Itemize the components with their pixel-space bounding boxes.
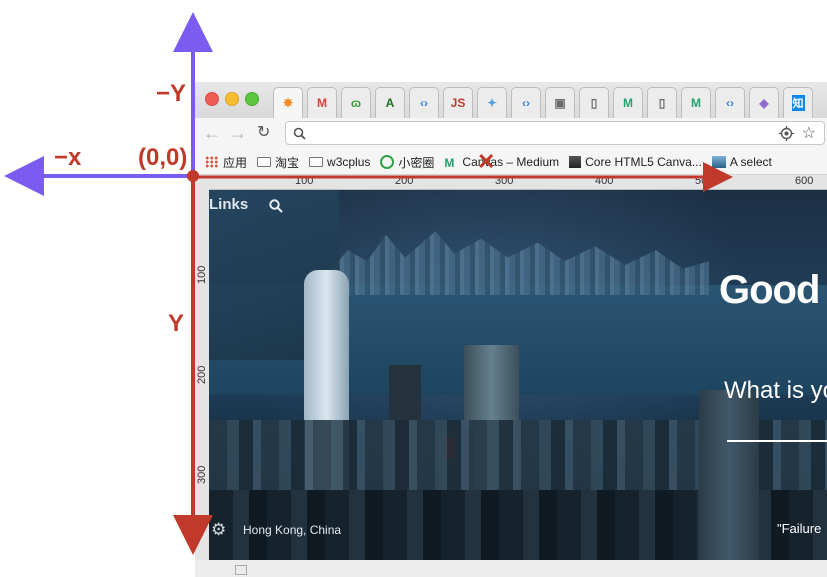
- browser-tab[interactable]: ▣: [545, 87, 575, 118]
- close-window-button[interactable]: [205, 92, 219, 106]
- ruler-horizontal: 100 200 300 400 500 600: [195, 175, 827, 190]
- diamond-icon: ◈: [759, 96, 769, 110]
- medium-green-icon: M: [623, 96, 633, 110]
- maximize-window-button[interactable]: [245, 92, 259, 106]
- browser-tab[interactable]: JS: [443, 87, 473, 118]
- web-page-content: Links Good What is yo ⚙ Hong Kong, China…: [209, 190, 827, 560]
- browser-window: ✸ Mɷ A ‹› JS ✦ ‹› ▣ ▯ M ▯ M ‹› ◈ 知 ← → ↻ ☆ 应用 淘宝 w3cplus…: [195, 82, 827, 577]
- status-strip: [195, 560, 827, 577]
- address-bar[interactable]: ☆: [285, 121, 825, 145]
- angle-brackets-icon: ‹›: [420, 96, 428, 110]
- bookmark-item[interactable]: Core HTML5 Canva...: [569, 152, 702, 172]
- browser-tab[interactable]: ◈: [749, 87, 779, 118]
- ruler-tick-label: 100: [295, 175, 314, 187]
- ruler-tick-label: 400: [595, 175, 614, 187]
- negative-y-label: −Y: [156, 80, 187, 107]
- ruler-tick-label: 200: [395, 175, 414, 187]
- photo-location: Hong Kong, China: [243, 523, 342, 537]
- tab-strip: ✸ Mɷ A ‹› JS ✦ ‹› ▣ ▯ M ▯ M ‹› ◈ 知: [273, 87, 817, 118]
- folder-icon: [257, 157, 272, 167]
- bookmark-label: 淘宝: [275, 155, 300, 170]
- browser-tab[interactable]: ɷ: [341, 87, 371, 118]
- right-tower: [699, 390, 759, 560]
- browser-tab[interactable]: M: [681, 87, 711, 118]
- browser-tab[interactable]: 知: [783, 87, 813, 118]
- browser-tab[interactable]: M: [307, 87, 337, 118]
- bookmark-item[interactable]: 应用: [205, 152, 247, 172]
- ruler-vertical: 100 200 300: [195, 189, 210, 567]
- bookmark-label: 应用: [223, 155, 248, 170]
- back-icon[interactable]: ←: [203, 123, 221, 143]
- positive-y-label: Y: [168, 310, 185, 337]
- bookmark-label: 小密圈: [398, 155, 435, 170]
- negative-x-label: −x: [54, 144, 82, 171]
- origin-label: (0,0): [138, 144, 188, 171]
- zhihu-icon: 知: [791, 95, 805, 111]
- browser-tab[interactable]: ▯: [647, 87, 677, 118]
- document-icon: ▯: [590, 96, 598, 110]
- browser-tab[interactable]: ✸: [273, 87, 303, 118]
- status-square-icon: [235, 565, 247, 575]
- browser-tab[interactable]: ‹›: [511, 87, 541, 118]
- green-a-icon: A: [385, 96, 395, 110]
- distant-skyline: [329, 231, 709, 295]
- bookmark-item[interactable]: A select: [711, 152, 772, 172]
- ruler-tick-label: 600: [795, 175, 814, 187]
- bookmark-star-icon[interactable]: ☆: [802, 123, 816, 143]
- folder-icon: [309, 157, 324, 167]
- apps-grid-icon: [205, 156, 219, 168]
- bookmark-label: w3cplus: [327, 155, 371, 169]
- reload-icon[interactable]: ↻: [257, 123, 270, 143]
- browser-tab[interactable]: ‹›: [409, 87, 439, 118]
- search-icon[interactable]: [269, 199, 283, 213]
- book-icon: [569, 156, 582, 168]
- dribbble-like-icon: ✸: [282, 96, 294, 110]
- greeting-headline: Good: [719, 268, 820, 312]
- angle-brackets-icon: ‹›: [522, 96, 530, 110]
- tab-bar: ✸ Mɷ A ‹› JS ✦ ‹› ▣ ▯ M ▯ M ‹› ◈ 知: [195, 82, 827, 119]
- search-icon: [293, 127, 306, 140]
- bookmark-label: Canvas – Medium: [462, 155, 560, 169]
- medium-m-icon: M: [317, 96, 327, 110]
- bookmark-item[interactable]: 淘宝: [257, 152, 299, 172]
- browser-tab[interactable]: ✦: [477, 87, 507, 118]
- kite-icon: ✦: [486, 96, 498, 110]
- browser-tab[interactable]: ‹›: [715, 87, 745, 118]
- document-icon: ▯: [658, 96, 666, 110]
- settings-gear-icon[interactable]: ⚙: [211, 520, 226, 540]
- location-target-icon[interactable]: [779, 126, 794, 141]
- focus-input-underline[interactable]: [727, 440, 827, 442]
- browser-tab[interactable]: M: [613, 87, 643, 118]
- focus-question: What is yo: [724, 377, 827, 404]
- image-thumb-icon: [711, 156, 726, 168]
- spiral-icon: ɷ: [350, 96, 362, 110]
- ruler-tick-label: 300: [495, 175, 514, 187]
- bookmark-item[interactable]: w3cplus: [309, 152, 370, 172]
- ruler-tick-label: 200: [196, 365, 208, 384]
- angle-brackets-icon: ‹›: [726, 96, 734, 110]
- ruler-tick-label: 100: [196, 265, 208, 284]
- bookmark-label: Core HTML5 Canva...: [585, 155, 702, 169]
- image-thumb-icon: ▣: [554, 96, 566, 110]
- circle-loop-icon: [380, 155, 395, 169]
- browser-tab[interactable]: A: [375, 87, 405, 118]
- minimize-window-button[interactable]: [225, 92, 239, 106]
- medium-green-icon: M: [691, 96, 701, 110]
- ruler-tick-label: 500: [695, 175, 714, 187]
- bookmark-item[interactable]: 小密圈: [380, 152, 434, 172]
- ruler-tick-label: 300: [196, 465, 208, 484]
- daily-quote: "Failure: [777, 521, 822, 536]
- js-icon: JS: [450, 96, 466, 110]
- toolbar: ← → ↻ ☆: [195, 118, 827, 150]
- medium-green-icon: M: [444, 156, 455, 170]
- bookmark-item[interactable]: M Canvas – Medium: [444, 152, 559, 172]
- bookmarks-bar: 应用 淘宝 w3cplus 小密圈 M Canvas – Medium Core HTML5…: [195, 150, 827, 175]
- bookmark-label: A select: [729, 155, 772, 169]
- links-button[interactable]: Links: [209, 196, 248, 213]
- browser-tab[interactable]: ▯: [579, 87, 609, 118]
- forward-icon[interactable]: →: [229, 123, 247, 143]
